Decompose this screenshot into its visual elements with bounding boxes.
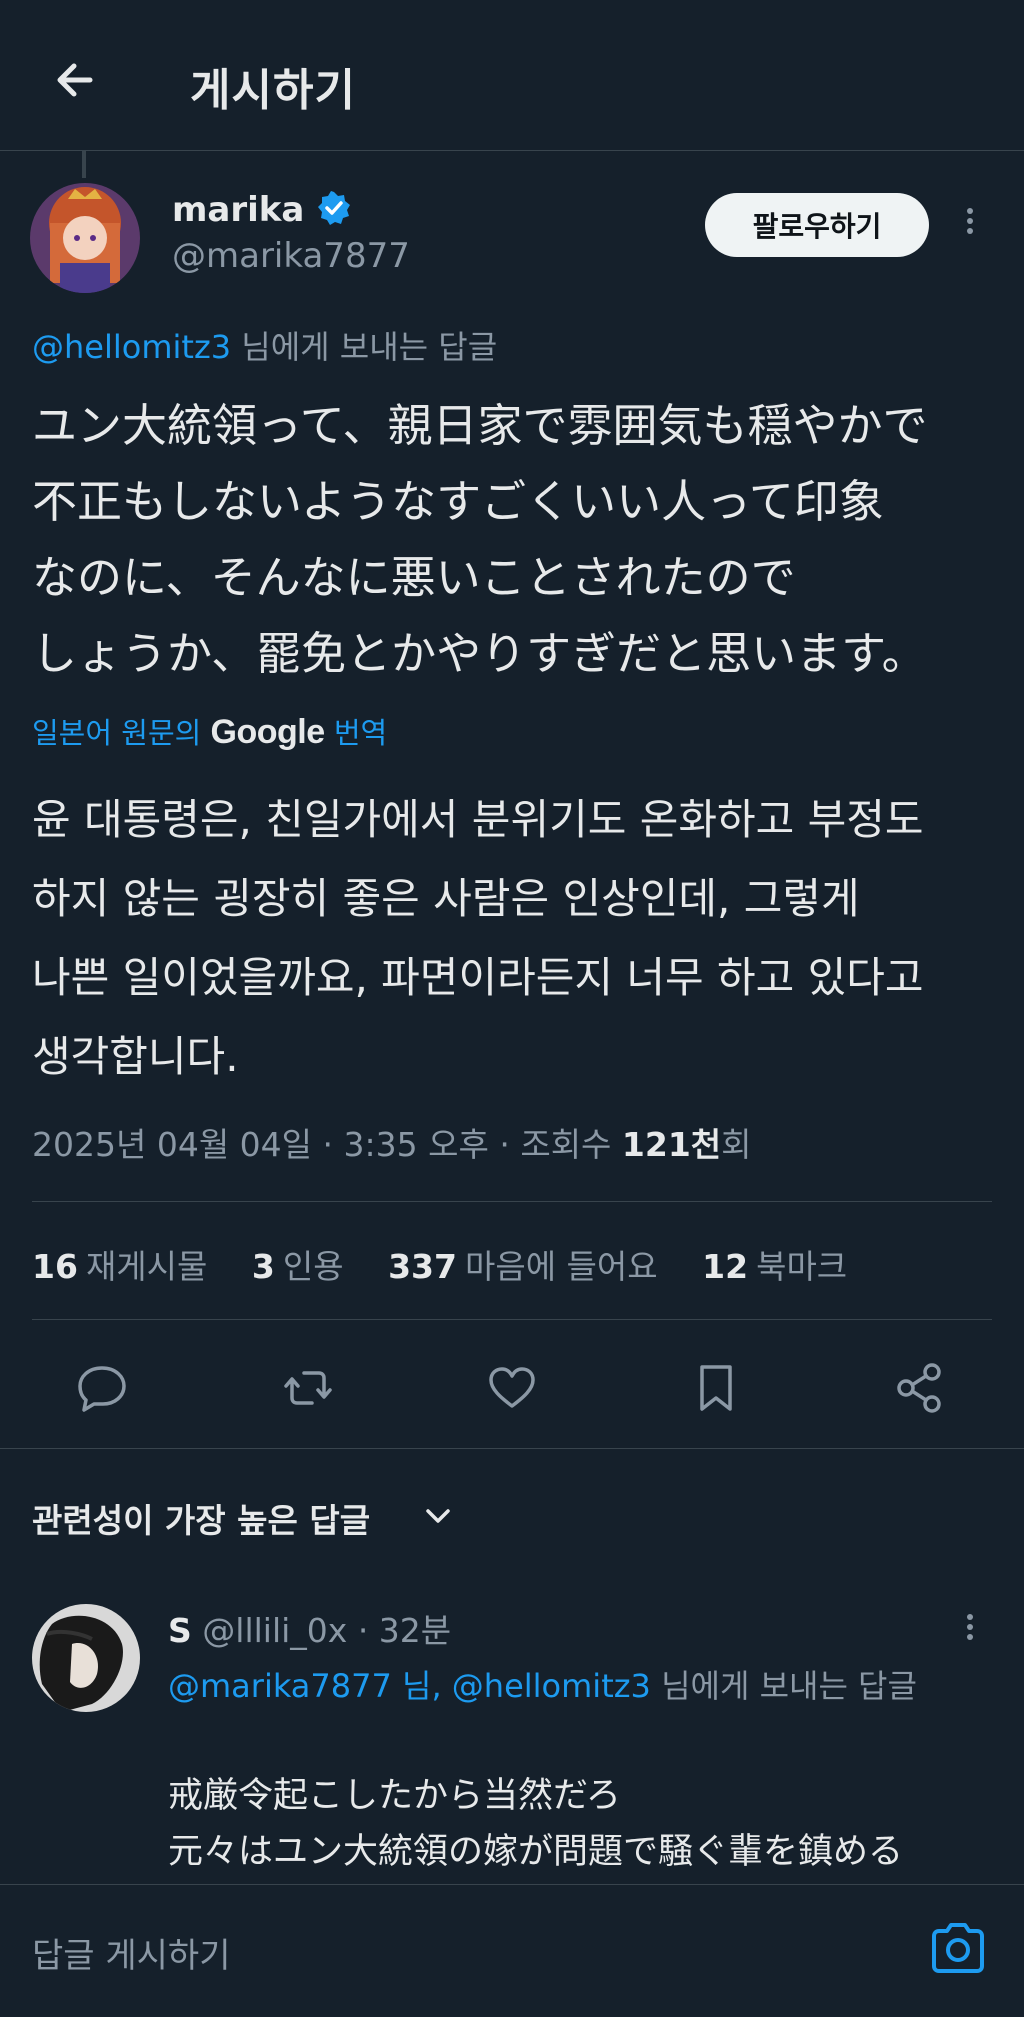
verified-badge-icon[interactable] [316,190,352,226]
post-time[interactable]: 3:35 오후 [344,1125,489,1164]
reply-to-line: @hellomitz3 님에게 보내는 답글 [32,322,497,368]
divider [32,1319,992,1320]
reposts-count: 16 [32,1247,78,1286]
google-logo: Google [210,713,326,751]
quotes-label: 인용 [282,1247,344,1286]
reply-to-suffix: 님에게 보내는 답글 [650,1667,917,1705]
divider [0,1448,1024,1449]
bookmarks-count: 12 [702,1247,749,1286]
reply-more-options-icon[interactable] [956,1610,984,1654]
reply-avatar[interactable] [32,1604,140,1712]
follow-button[interactable]: 팔로우하기 [705,193,929,257]
reply-icon[interactable] [72,1358,132,1418]
bookmark-icon[interactable] [686,1358,746,1418]
back-arrow-icon[interactable] [44,48,108,112]
like-heart-icon[interactable] [482,1358,542,1418]
reply-author-handle[interactable]: @lllili_0x [202,1611,347,1650]
author-avatar[interactable] [30,183,140,293]
reply-text: 戒厳令起こしたから当然だろ 元々はユン大統領の嫁が問題で騒ぐ輩を鎮める [168,1776,904,1872]
reply-to-handle-link[interactable]: @hellomitz3 [32,328,231,366]
reposts-stat[interactable]: 16 재게시물 [32,1247,207,1286]
more-options-icon[interactable] [956,204,984,248]
reply-author-name[interactable]: S [168,1611,192,1650]
likes-count: 337 [388,1247,457,1286]
divider [32,1201,992,1202]
translation-credit[interactable]: 일본어 원문의 Google 번역 [32,710,387,752]
post-text-translated: 윤 대통령은, 친일가에서 분위기도 온화하고 부정도 하지 않는 굉장히 좋은… [32,795,924,1081]
repost-icon[interactable] [278,1358,338,1418]
top-bar [0,0,1024,151]
author-name[interactable]: marika [172,190,304,230]
views-unit: 회 [721,1125,752,1164]
bookmarks-stat[interactable]: 12 북마크 [702,1247,847,1286]
chevron-down-icon[interactable] [420,1498,456,1534]
reply-to-handles-link[interactable]: @marika7877 님, @hellomitz3 [168,1667,651,1705]
translation-suffix: 번역 [324,716,388,750]
reposts-label: 재게시물 [85,1247,208,1286]
likes-stat[interactable]: 337 마음에 들어요 [388,1247,658,1286]
reply-compose-input[interactable]: 답글 게시하기 [32,1928,231,1977]
likes-label: 마음에 들어요 [464,1247,658,1286]
engagement-stats: 16 재게시물 3 인용 337 마음에 들어요 12 북마크 [32,1240,881,1288]
camera-icon[interactable] [928,1920,988,1976]
reply-time: · 32분 [357,1611,452,1650]
quotes-stat[interactable]: 3 인용 [252,1247,344,1286]
bookmarks-label: 북마크 [756,1247,848,1286]
page-title: 게시하기 [190,65,356,116]
thread-line [82,150,86,178]
post-meta: 2025년 04월 04일 · 3:35 오후 · 조회수 121천회 [32,1118,752,1166]
translation-prefix: 일본어 원문의 [32,716,211,750]
share-icon[interactable] [890,1358,950,1418]
views-count: 121천 [621,1125,722,1164]
reply-replying-to: @marika7877 님, @hellomitz3 님에게 보내는 답글 [168,1660,968,1712]
views-label: 조회수 [520,1125,622,1164]
meta-separator: · [312,1125,344,1164]
quotes-count: 3 [251,1247,275,1286]
meta-separator: · [488,1125,521,1164]
post-date[interactable]: 2025년 04월 04일 [32,1125,312,1164]
post-text-original: ユン大統領って、親日家で雰囲気も穏やかで 不正もしないようなすごくいい人って印象… [32,399,928,680]
reply-to-suffix: 님에게 보내는 답글 [231,328,498,366]
reply-header: S @lllili_0x · 32분 [168,1604,451,1652]
author-handle[interactable]: @marika7877 [172,236,410,276]
replies-sort-label[interactable]: 관련성이 가장 높은 답글 [32,1494,370,1542]
